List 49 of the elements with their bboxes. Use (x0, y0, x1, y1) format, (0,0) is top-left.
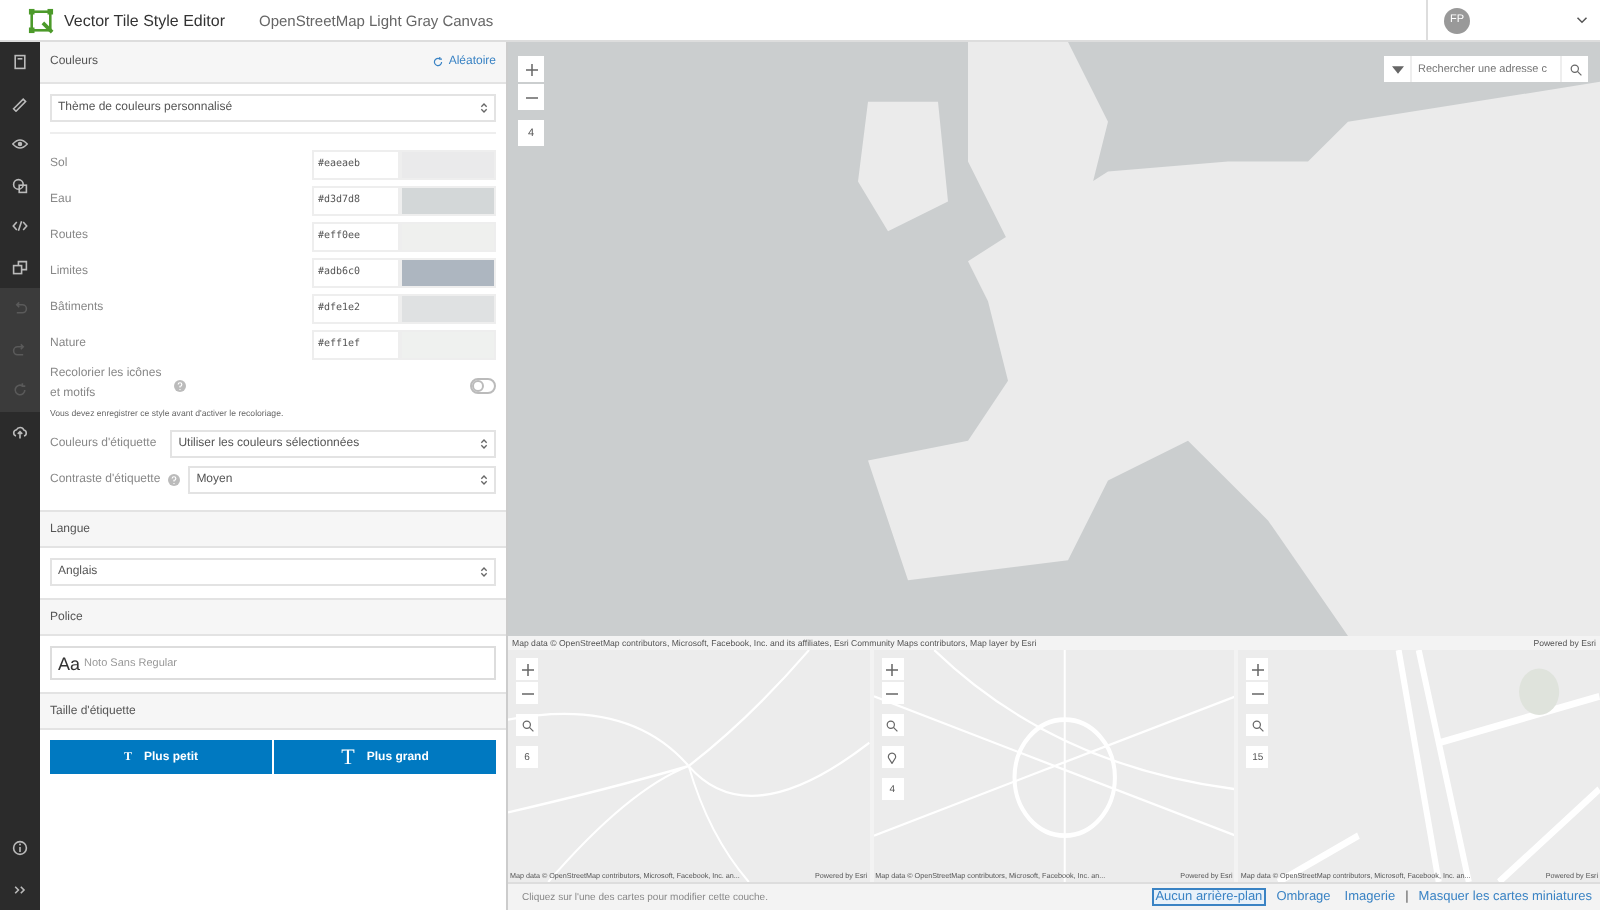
plus-icon (525, 63, 537, 75)
copy-icon[interactable] (12, 259, 28, 276)
shapes-icon[interactable] (12, 177, 28, 194)
color-swatch[interactable] (400, 185, 496, 215)
search-icon (521, 719, 533, 731)
search-button[interactable] (516, 714, 538, 736)
color-swatch[interactable] (400, 293, 496, 323)
caret-icon (1391, 65, 1403, 73)
plus-icon (886, 663, 899, 675)
color-swatch[interactable] (400, 257, 496, 287)
app-title: Vector Tile Style Editor (64, 11, 225, 29)
cloud-upload-icon[interactable] (12, 423, 28, 440)
zoom-in-button[interactable] (881, 658, 904, 680)
search-button[interactable] (1246, 714, 1269, 736)
code-icon[interactable] (12, 218, 28, 235)
search-icon (1569, 63, 1581, 75)
help-icon[interactable] (168, 474, 181, 486)
zoom-in-button[interactable] (518, 56, 544, 82)
logo-icon (28, 7, 54, 33)
minus-icon (521, 687, 533, 699)
plus-icon (521, 663, 533, 675)
help-icon[interactable] (174, 379, 186, 391)
updown-icon (480, 102, 488, 114)
updown-icon (480, 474, 488, 486)
expand-icon[interactable] (12, 881, 28, 898)
zoom-out-button[interactable] (881, 682, 904, 704)
book-icon[interactable] (12, 54, 28, 71)
minus-icon (525, 91, 537, 103)
pin-icon (886, 751, 899, 763)
zoom-in-button[interactable] (516, 658, 538, 680)
updown-icon (480, 438, 488, 450)
refresh-icon (432, 56, 445, 68)
zoom-in-button[interactable] (1246, 658, 1269, 680)
search-icon (1251, 719, 1264, 731)
updown-icon (480, 566, 488, 578)
locate-button[interactable] (881, 746, 904, 768)
search-icon (886, 719, 899, 731)
recolor-toggle[interactable] (470, 377, 496, 393)
search-button[interactable] (881, 714, 904, 736)
minus-icon (886, 687, 899, 699)
zoom-out-button[interactable] (516, 682, 538, 704)
zoom-out-button[interactable] (1246, 682, 1269, 704)
plus-icon (1251, 663, 1264, 675)
info-icon[interactable] (12, 840, 28, 857)
minus-icon (1251, 687, 1264, 699)
pen-icon[interactable] (12, 95, 28, 112)
zoom-out-button[interactable] (518, 84, 544, 110)
eye-icon[interactable] (12, 136, 28, 153)
chevron-down-icon[interactable] (1576, 16, 1588, 24)
